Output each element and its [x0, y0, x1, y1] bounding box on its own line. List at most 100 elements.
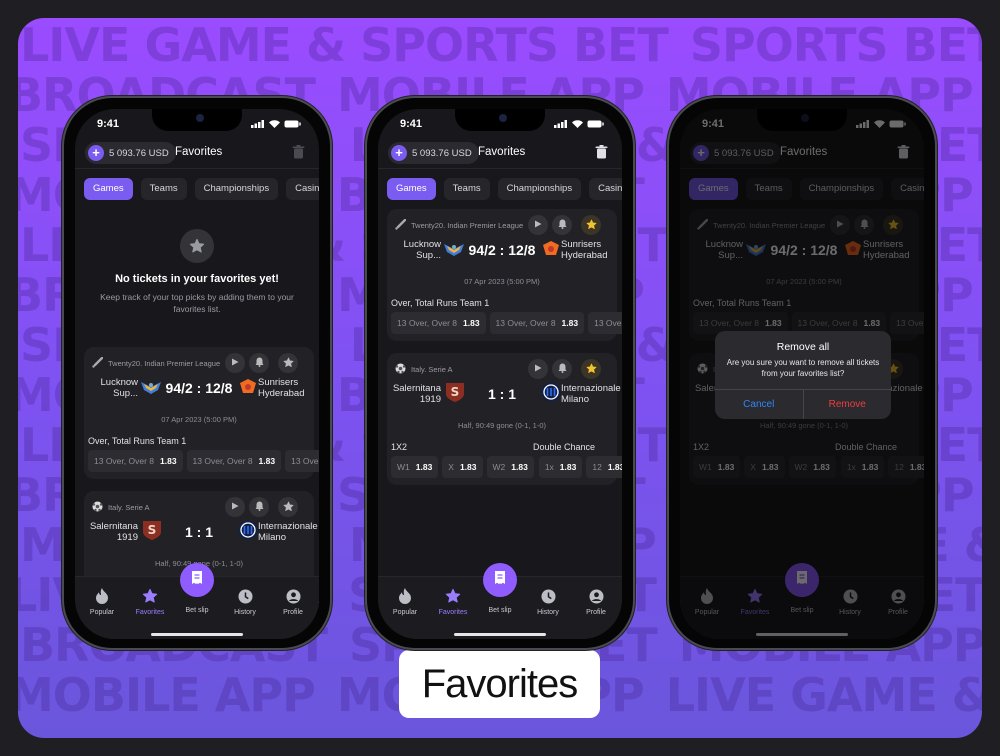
- nav-profile[interactable]: Profile: [572, 587, 620, 616]
- nav-history[interactable]: History: [221, 587, 269, 616]
- star-icon: [429, 587, 477, 605]
- teams-row: Salernitana 1919 S 1 : 1 Internazionale …: [387, 382, 621, 407]
- bet-slip-button[interactable]: [180, 563, 214, 597]
- odds-button[interactable]: 1x1.83: [538, 456, 583, 478]
- market-title: Double Chance: [533, 442, 596, 452]
- watermark-text: SPORTS BET: [689, 18, 982, 72]
- clock-icon: [524, 587, 572, 605]
- star-icon: [283, 501, 294, 514]
- nav-history[interactable]: History: [524, 587, 572, 616]
- clock-icon: [221, 587, 269, 605]
- team1-name: Salernitana 1919: [392, 383, 441, 405]
- team2-name: Sunrisers Hyderabad: [561, 239, 608, 261]
- svg-text:S: S: [451, 385, 460, 399]
- status-icons: [251, 120, 301, 128]
- app-screen: 9:41 +5 093.76 USD Favorites Games Teams C…: [75, 109, 319, 639]
- receipt-icon: [494, 570, 506, 590]
- play-icon: [231, 502, 239, 512]
- wifi-icon: [269, 120, 280, 128]
- nav-bet-slip-label: Bet slip: [185, 607, 209, 614]
- odds-button[interactable]: X1.83: [442, 456, 483, 478]
- app-screen: 9:41 +5 093.76 USD Favorites GamesTeamsC…: [680, 109, 924, 639]
- team2-name: Internazionale Milano: [258, 521, 318, 543]
- team1-name: Lucknow Sup...: [403, 239, 442, 261]
- watermark-text: LIVE GAME & SPORTS BET: [20, 18, 669, 72]
- score: 94/2 : 12/8: [165, 380, 233, 396]
- tab-games[interactable]: Games: [387, 178, 436, 200]
- teams-row: Lucknow Sup... 94/2 : 12/8 Sunrisers Hyd…: [387, 239, 617, 263]
- odds-button[interactable]: 13 Over, Over 81.83: [186, 450, 282, 472]
- favorite-star-button[interactable]: [278, 497, 298, 517]
- tab-casino[interactable]: Casino: [286, 178, 319, 200]
- notify-button[interactable]: [249, 497, 269, 517]
- play-button[interactable]: [528, 215, 548, 235]
- odds-button[interactable]: 13 Over, Over 81.83: [588, 312, 622, 334]
- odds-button[interactable]: 13 Over, Over 81.83: [489, 312, 585, 334]
- status-time: 9:41: [97, 118, 120, 130]
- cricket-match-card[interactable]: Twenty20. Indian Premier League Lucknow …: [84, 347, 319, 479]
- nav-profile[interactable]: Profile: [269, 587, 317, 616]
- tab-teams[interactable]: Teams: [140, 178, 187, 200]
- tab-teams[interactable]: Teams: [443, 178, 490, 200]
- soccer-ball-icon: [395, 363, 406, 376]
- receipt-icon: [191, 570, 203, 590]
- favorite-star-button[interactable]: [581, 359, 601, 379]
- match-status: Half, 90:49 gone (0-1, 1-0): [458, 421, 546, 430]
- odds-button[interactable]: W11.83: [391, 456, 439, 478]
- notify-button[interactable]: [552, 359, 572, 379]
- odds-button[interactable]: 13 Over, Over 81.83: [391, 312, 486, 334]
- remove-button[interactable]: Remove: [804, 390, 892, 419]
- teams-row: Lucknow Sup... 94/2 : 12/8 Sunrisers Hyd…: [84, 377, 314, 401]
- league-name: Italy. Serie A: [108, 503, 150, 512]
- odds-button[interactable]: 121.83: [586, 456, 622, 478]
- play-icon: [534, 364, 542, 374]
- home-indicator: [454, 633, 546, 636]
- nav-favorites[interactable]: Favorites: [429, 587, 477, 616]
- odds-button[interactable]: 13 Over, Over 81.83: [88, 450, 183, 472]
- header-divider: [75, 168, 319, 169]
- favorite-star-button[interactable]: [278, 353, 298, 373]
- score: 94/2 : 12/8: [468, 242, 536, 258]
- star-icon: [180, 229, 214, 263]
- tab-championships[interactable]: Championships: [497, 178, 582, 200]
- cricket-match-card[interactable]: Twenty20. Indian Premier League Lucknow …: [387, 209, 622, 341]
- tab-casino[interactable]: Casino: [589, 178, 622, 200]
- play-button[interactable]: [225, 353, 245, 373]
- nav-popular[interactable]: Popular: [381, 587, 429, 616]
- nav-favorites[interactable]: Favorites: [126, 587, 174, 616]
- inter-logo-icon: [238, 520, 258, 545]
- play-button[interactable]: [528, 359, 548, 379]
- odds-button[interactable]: W21.83: [486, 456, 534, 478]
- league-name: Twenty20. Indian Premier League: [108, 359, 221, 368]
- phone-frame: 9:41 +5 093.76 USD Favorites GamesTeamsC…: [667, 96, 937, 650]
- add-funds-icon[interactable]: +: [391, 145, 407, 161]
- trash-icon[interactable]: [595, 145, 608, 164]
- add-funds-icon[interactable]: +: [88, 145, 104, 161]
- notify-button[interactable]: [552, 215, 572, 235]
- tab-games[interactable]: Games: [84, 178, 133, 200]
- bell-icon: [558, 219, 567, 231]
- bet-slip-button[interactable]: [483, 563, 517, 597]
- nav-popular[interactable]: Popular: [78, 587, 126, 616]
- odds-button[interactable]: 13 Over, Over 81.83: [285, 450, 319, 472]
- football-match-card[interactable]: Italy. Serie A Salernitana 1919 S 1 : 1 …: [387, 353, 622, 485]
- battery-icon: [284, 120, 301, 128]
- favorites-tabs: Games Teams Championships Casino: [387, 178, 622, 200]
- star-icon: [586, 363, 597, 376]
- score: 1 : 1: [184, 524, 213, 540]
- score: 1 : 1: [487, 386, 516, 402]
- play-button[interactable]: [225, 497, 245, 517]
- tab-championships[interactable]: Championships: [194, 178, 279, 200]
- watermark-text: LIVE GAME & SPORTS BET: [665, 668, 982, 722]
- watermark-text: MOBILE APP: [18, 668, 316, 722]
- trash-icon[interactable]: [292, 145, 305, 164]
- league-label: Italy. Serie A: [92, 501, 150, 514]
- balance-pill[interactable]: +5 093.76 USD: [85, 142, 176, 164]
- notify-button[interactable]: [249, 353, 269, 373]
- balance-amount: 5 093.76 USD: [412, 147, 472, 159]
- star-icon: [126, 587, 174, 605]
- cancel-button[interactable]: Cancel: [715, 390, 804, 419]
- favorite-star-button[interactable]: [581, 215, 601, 235]
- market-title: Over, Total Runs Team 1: [391, 298, 490, 308]
- balance-pill[interactable]: +5 093.76 USD: [388, 142, 479, 164]
